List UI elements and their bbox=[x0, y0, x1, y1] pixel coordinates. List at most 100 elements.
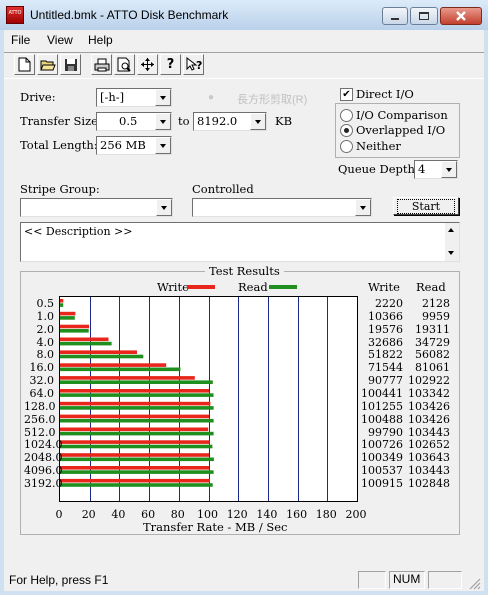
block-size-label: 2.0 bbox=[36, 322, 55, 336]
legend-write-label: Write bbox=[157, 280, 189, 294]
chevron-down-icon bbox=[160, 95, 166, 100]
write-value: 99790 bbox=[368, 425, 403, 439]
resize-grip-icon[interactable] bbox=[467, 576, 481, 590]
maximize-button[interactable] bbox=[410, 7, 438, 25]
read-bar-2.0 bbox=[60, 329, 89, 333]
read-column-header: Read bbox=[416, 280, 446, 294]
block-size-label: 512.0 bbox=[24, 425, 56, 439]
total-length-dropdown-button[interactable] bbox=[155, 137, 171, 154]
legend-write-swatch bbox=[187, 285, 215, 289]
block-size-label: 2048.0 bbox=[24, 451, 63, 465]
drive-value: [-h-] bbox=[100, 90, 125, 104]
status-num-indicator: NUM bbox=[389, 571, 425, 589]
write-value: 100349 bbox=[361, 451, 403, 465]
description-scrollbar[interactable] bbox=[445, 223, 459, 261]
read-value: 103342 bbox=[408, 386, 450, 400]
io-comparison-label: I/O Comparison bbox=[356, 108, 448, 122]
write-column-header: Write bbox=[368, 280, 400, 294]
read-value: 102848 bbox=[408, 476, 450, 490]
write-bar-1.0 bbox=[60, 311, 76, 316]
read-bar-3192.0 bbox=[60, 483, 213, 487]
queue-depth-select[interactable]: 4 bbox=[414, 160, 458, 179]
toolbar-move-button[interactable] bbox=[137, 54, 158, 75]
chevron-down-icon bbox=[160, 143, 166, 148]
toolbar-save-button[interactable] bbox=[60, 54, 81, 75]
test-results-title: Test Results bbox=[205, 264, 284, 278]
close-button[interactable] bbox=[440, 7, 482, 25]
x-tick-label: 40 bbox=[111, 508, 126, 521]
print-icon bbox=[94, 58, 109, 71]
queue-depth-label: Queue Depth: bbox=[338, 162, 419, 176]
neither-radio[interactable] bbox=[340, 140, 353, 153]
write-value: 100915 bbox=[361, 476, 403, 490]
write-bar-2048.0 bbox=[60, 453, 209, 457]
close-icon bbox=[456, 11, 466, 21]
drive-dropdown-button[interactable] bbox=[155, 89, 171, 106]
legend-read-swatch bbox=[269, 285, 297, 289]
menu-bar bbox=[4, 30, 484, 50]
transfer-size-label: Transfer Size: bbox=[20, 114, 102, 128]
read-value: 2128 bbox=[422, 297, 450, 310]
toolbar-print-button[interactable] bbox=[91, 54, 112, 75]
total-length-select[interactable]: 256 MB bbox=[96, 136, 172, 155]
direct-io-checkbox[interactable]: ✔ bbox=[340, 88, 353, 101]
write-bar-3192.0 bbox=[60, 478, 210, 483]
minimize-button[interactable] bbox=[382, 7, 408, 25]
toolbar-print-preview-button[interactable] bbox=[114, 54, 135, 75]
write-value: 71544 bbox=[368, 361, 403, 375]
block-size-label: 3192.0 bbox=[24, 476, 63, 490]
write-value: 100537 bbox=[361, 464, 403, 478]
transfer-size-from-select[interactable]: 0.5 bbox=[96, 112, 172, 131]
read-bar-32.0 bbox=[60, 380, 213, 384]
read-bar-16.0 bbox=[60, 367, 181, 372]
read-value: 102922 bbox=[408, 374, 450, 388]
write-value: 90777 bbox=[368, 374, 403, 388]
transfer-size-to-select[interactable]: 8192.0 bbox=[193, 112, 267, 131]
x-tick-label: 180 bbox=[315, 508, 337, 521]
description-textarea[interactable]: << Description >> bbox=[20, 222, 460, 262]
write-bar-4.0 bbox=[60, 337, 109, 342]
start-button-label: Start bbox=[396, 198, 456, 214]
description-text: << Description >> bbox=[24, 225, 133, 238]
transfer-size-to-dropdown-button[interactable] bbox=[250, 113, 266, 130]
toolbar-help-button[interactable]: ? bbox=[160, 54, 181, 75]
overlapped-io-radio[interactable] bbox=[340, 124, 353, 137]
write-value: 100441 bbox=[361, 386, 403, 400]
io-comparison-radio[interactable] bbox=[340, 109, 353, 122]
toolbar-open-button[interactable] bbox=[37, 54, 58, 75]
chart-plot-area bbox=[59, 296, 358, 502]
atto-app-icon: ATTO bbox=[6, 6, 24, 24]
scroll-down-icon bbox=[448, 251, 454, 255]
stripe-group-select[interactable] bbox=[20, 198, 173, 217]
read-bar-4.0 bbox=[60, 341, 112, 346]
block-size-label: 4096.0 bbox=[24, 464, 63, 478]
chevron-down-icon bbox=[255, 119, 261, 124]
queue-depth-value: 4 bbox=[418, 162, 426, 176]
write-value: 51822 bbox=[368, 348, 403, 362]
queue-depth-dropdown-button[interactable] bbox=[441, 161, 457, 178]
read-value: 103643 bbox=[408, 451, 450, 465]
controlled-select[interactable] bbox=[192, 198, 372, 217]
transfer-size-to-value: 8192.0 bbox=[197, 114, 238, 128]
block-size-label: 8.0 bbox=[36, 348, 55, 362]
stripe-group-dropdown-button[interactable] bbox=[156, 199, 172, 216]
transfer-size-from-dropdown-button[interactable] bbox=[155, 113, 171, 130]
toolbar-context-help-button[interactable]: ? bbox=[183, 54, 204, 75]
menu-view[interactable]: View bbox=[47, 33, 73, 47]
toolbar-new-button[interactable] bbox=[14, 54, 35, 75]
read-value: 102652 bbox=[408, 438, 450, 452]
menu-help[interactable]: Help bbox=[88, 33, 113, 47]
write-value: 101255 bbox=[361, 399, 403, 413]
maximize-icon bbox=[419, 12, 429, 20]
menu-file[interactable]: File bbox=[11, 33, 30, 47]
controlled-dropdown-button[interactable] bbox=[355, 199, 371, 216]
scroll-up-icon bbox=[448, 228, 454, 232]
start-button[interactable]: Start bbox=[393, 197, 459, 215]
write-bar-128.0 bbox=[60, 401, 211, 406]
drive-select[interactable]: [-h-] bbox=[96, 88, 172, 107]
read-bar-1.0 bbox=[60, 316, 75, 320]
x-tick-label: 20 bbox=[81, 508, 96, 521]
total-length-value: 256 MB bbox=[100, 138, 146, 152]
move-icon bbox=[141, 58, 154, 71]
block-size-label: 16.0 bbox=[29, 361, 55, 375]
